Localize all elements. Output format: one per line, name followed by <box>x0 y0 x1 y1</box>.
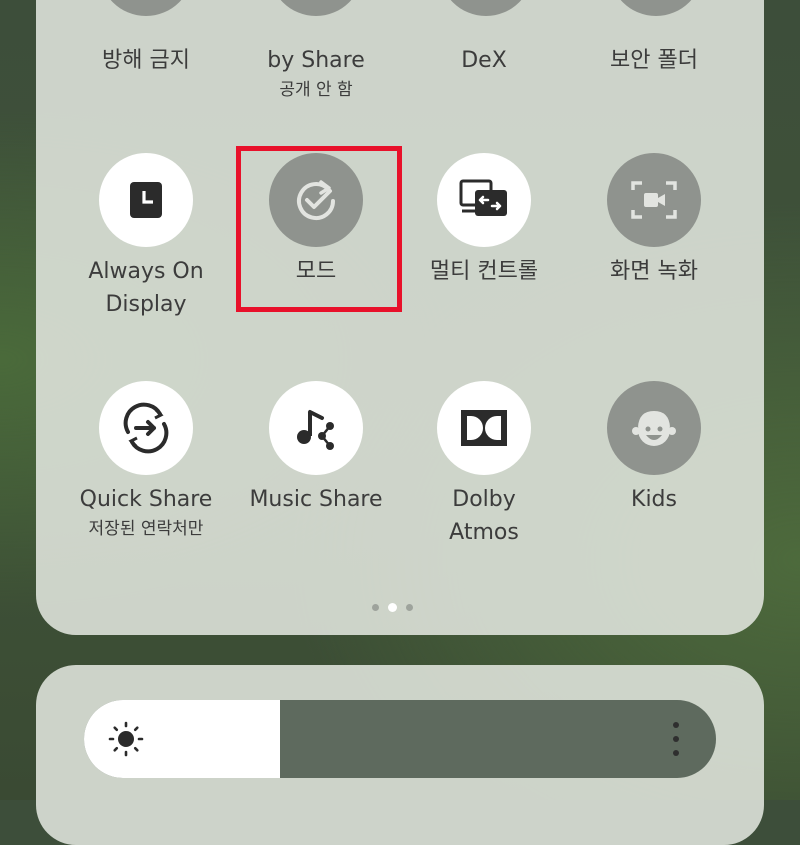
tile-toggle[interactable] <box>269 153 363 247</box>
tile-kids[interactable]: Kids <box>569 381 739 516</box>
tile-secure-folder[interactable]: 보안 폴더 <box>569 44 739 77</box>
tile-label: by Share <box>267 48 365 73</box>
music-share-icon <box>297 410 334 450</box>
tile-label: Music Share <box>249 487 383 512</box>
kids-face-icon <box>632 411 676 446</box>
modes-check-icon <box>297 180 335 221</box>
tile-toggle[interactable] <box>437 381 531 475</box>
tile-do-not-disturb[interactable]: 방해 금지 <box>61 44 231 77</box>
tile-quick-share[interactable]: Quick Share 저장된 연락처만 <box>61 381 231 540</box>
tile-sublabel: 공개 안 함 <box>279 80 353 100</box>
tile-label: Always On Display <box>88 259 204 317</box>
tile-toggle[interactable] <box>437 153 531 247</box>
tile-label: DeX <box>461 48 507 73</box>
tile-multi-control[interactable]: 멀티 컨트롤 <box>399 153 569 288</box>
tile-dex[interactable]: DeX <box>399 44 569 77</box>
tile-label: 멀티 컨트롤 <box>429 259 539 284</box>
tile-dolby-atmos[interactable]: Dolby Atmos <box>399 381 569 549</box>
screen-record-icon <box>631 181 677 219</box>
multi-control-icon <box>459 179 507 216</box>
tile-label: 보안 폴더 <box>610 48 698 73</box>
page-dot <box>406 604 413 611</box>
tile-label: Quick Share <box>79 487 213 512</box>
clock-icon <box>130 182 162 218</box>
tile-sublabel: 저장된 연락처만 <box>88 519 204 539</box>
tile-toggle[interactable] <box>607 153 701 247</box>
dolby-icon <box>461 410 507 446</box>
quick-share-icon <box>123 402 169 454</box>
tile-label: 방해 금지 <box>102 48 190 73</box>
more-vertical-icon[interactable] <box>672 722 680 756</box>
tile-modes[interactable]: 모드 <box>231 153 401 288</box>
tile-always-on-display[interactable]: Always On Display <box>61 153 231 321</box>
tile-label: Dolby Atmos <box>449 487 519 545</box>
page-indicator[interactable] <box>372 603 413 612</box>
tile-label: Kids <box>631 487 677 512</box>
page-dot-current <box>388 603 397 612</box>
tile-screen-record[interactable]: 화면 녹화 <box>569 153 739 288</box>
tile-toggle[interactable] <box>99 381 193 475</box>
tile-toggle[interactable] <box>607 381 701 475</box>
tile-music-share[interactable]: Music Share <box>231 381 401 516</box>
tile-toggle[interactable] <box>99 153 193 247</box>
tile-toggle[interactable] <box>269 381 363 475</box>
brightness-slider[interactable] <box>84 700 716 778</box>
tile-nearby-share[interactable]: by Share 공개 안 함 <box>231 44 401 101</box>
sun-icon <box>108 721 144 757</box>
page-dot <box>372 604 379 611</box>
tile-label: 화면 녹화 <box>610 259 698 284</box>
tile-label: 모드 <box>295 259 337 284</box>
